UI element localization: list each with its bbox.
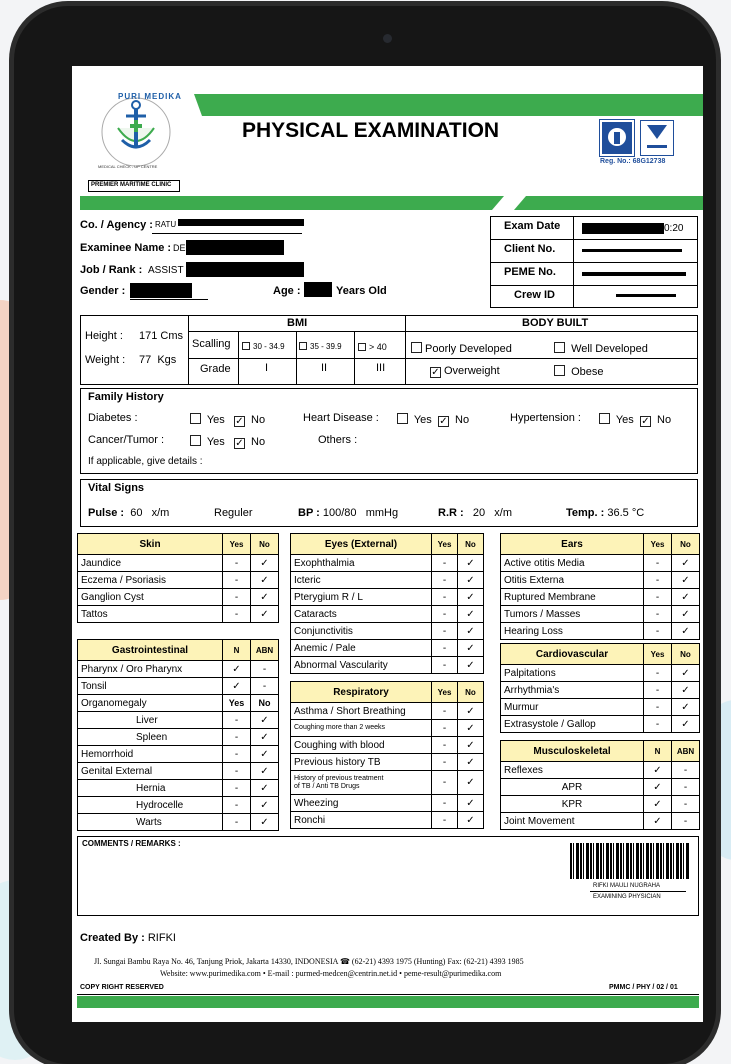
exam-date-value: 0:20 bbox=[664, 223, 684, 234]
diabetes-options[interactable]: Yes ✓ No bbox=[190, 413, 265, 427]
weight-value: 77 Kgs bbox=[139, 354, 177, 366]
option-poorly-developed[interactable]: Poorly Developed bbox=[411, 342, 512, 355]
pulse-rhythm: Reguler bbox=[214, 507, 253, 519]
table-row: Ganglion Cyst - ✓ bbox=[77, 588, 279, 606]
grade-label: Grade bbox=[200, 363, 231, 375]
exam-date-label: Exam Date bbox=[504, 220, 561, 232]
agency-value: RATU bbox=[155, 220, 177, 229]
checkbox[interactable] bbox=[411, 342, 422, 353]
cancer-label: Cancer/Tumor : bbox=[88, 434, 165, 446]
option-well-developed[interactable]: Well Developed bbox=[554, 342, 648, 355]
blood-pressure: BP : 100/80 mmHg bbox=[298, 507, 399, 519]
height-label: Height : bbox=[85, 330, 123, 342]
client-no-label: Client No. bbox=[504, 243, 556, 255]
header-green-bar-lower-right bbox=[514, 196, 703, 210]
checkbox[interactable] bbox=[554, 365, 565, 376]
logo-subtext: MEDICAL CHECK - UP CENTRE bbox=[98, 164, 158, 169]
gastro-table: Gastrointestinal N ABN Pharynx / Oro Phary… bbox=[77, 639, 279, 831]
tablet-screen: PURI MEDIKA MEDICAL CHECK - UP CENTRE PR… bbox=[72, 66, 703, 1022]
grade-1: I bbox=[265, 362, 269, 374]
redaction bbox=[130, 283, 192, 298]
hypertension-label: Hypertension : bbox=[510, 412, 581, 424]
redaction bbox=[582, 272, 686, 276]
skin-table: Skin Yes No Jaundice - ✓ Eczema / Psoriasis -… bbox=[77, 533, 279, 623]
scale-2: 35 - 39.9 bbox=[299, 342, 342, 351]
job-value: ASSIST bbox=[148, 265, 184, 276]
scalling-label: Scalling bbox=[192, 338, 231, 350]
physician-role: EXAMINING PHYSICIAN bbox=[593, 894, 661, 900]
respiratory-rate: R.R : 20 x/m bbox=[438, 507, 512, 519]
examinee-label: Examinee Name : bbox=[80, 242, 172, 254]
redaction bbox=[178, 219, 304, 226]
footer-green-bar bbox=[77, 996, 699, 1008]
examinee-value: DE bbox=[173, 243, 186, 253]
header-green-bar-lower bbox=[80, 196, 504, 210]
certification-badge: Reg. No.: 68G12738 bbox=[599, 119, 680, 168]
camera-dot bbox=[383, 34, 392, 43]
grade-2: II bbox=[321, 362, 328, 374]
agency-label: Co. / Agency : bbox=[80, 219, 153, 231]
barcode bbox=[570, 843, 690, 879]
table-row: Jaundice - ✓ bbox=[77, 554, 279, 572]
created-by: Created By : RIFKI bbox=[80, 932, 176, 944]
physician-name: RIFKI MAULI NUGRAHA bbox=[593, 883, 661, 889]
form-code: PMMC / PHY / 02 / 01 bbox=[609, 984, 678, 991]
musculo-table: Musculoskeletal N ABN Reflexes ✓ - APR ✓ - KPR… bbox=[500, 740, 700, 830]
reg-number: Reg. No.: 68G12738 bbox=[600, 158, 666, 165]
table-row: Eczema / Psoriasis - ✓ bbox=[77, 571, 279, 589]
form-title: PHYSICAL EXAMINATION bbox=[242, 119, 500, 142]
others-label: Others : bbox=[318, 434, 358, 446]
option-obese[interactable]: Obese bbox=[554, 365, 603, 378]
heart-options[interactable]: Yes ✓ No bbox=[397, 413, 469, 427]
vital-signs-box bbox=[80, 479, 698, 527]
copyright: COPY RIGHT RESERVED bbox=[80, 984, 164, 991]
bmi-title: BMI bbox=[287, 317, 308, 329]
hypertension-options[interactable]: Yes ✓ No bbox=[599, 413, 671, 427]
age-label: Age : bbox=[273, 285, 301, 297]
header-green-bar bbox=[194, 94, 703, 116]
ears-table: Ears Yes No Active otitis Media - ✓ Otitis E… bbox=[500, 533, 700, 640]
logo-text: PURI MEDIKA bbox=[118, 92, 182, 101]
scale-1: 30 - 34.9 bbox=[242, 342, 285, 351]
respiratory-table: Respiratory Yes No Asthma / Short Breathin… bbox=[290, 681, 484, 829]
cert-logo-icon bbox=[599, 119, 635, 157]
cancer-options[interactable]: Yes ✓ No bbox=[190, 435, 265, 449]
crew-id-label: Crew ID bbox=[514, 289, 555, 301]
redaction bbox=[582, 249, 682, 252]
height-value: 171 Cms bbox=[139, 330, 184, 342]
gender-label: Gender : bbox=[80, 285, 126, 297]
exam-form: PURI MEDIKA MEDICAL CHECK - UP CENTRE PR… bbox=[72, 66, 703, 1022]
clinic-web: Website: www.purimedika.com • E-mail : p… bbox=[160, 969, 502, 978]
job-label: Job / Rank : bbox=[80, 264, 143, 276]
option-overweight[interactable]: ✓ Overweight bbox=[430, 365, 500, 378]
weight-label: Weight : bbox=[85, 354, 126, 366]
vital-signs-title: Vital Signs bbox=[88, 482, 145, 494]
scale-3: > 40 bbox=[358, 342, 387, 352]
pulse: Pulse : 60 x/m bbox=[88, 507, 170, 519]
body-built-title: BODY BUILT bbox=[522, 317, 589, 329]
checkbox[interactable] bbox=[554, 342, 565, 353]
tablet-frame: PURI MEDIKA MEDICAL CHECK - UP CENTRE PR… bbox=[14, 6, 716, 1064]
age-suffix: Years Old bbox=[336, 285, 387, 297]
ukas-logo-icon bbox=[640, 120, 674, 156]
cardio-table: Cardiovascular Yes No Palpitations - ✓ Arrhy… bbox=[500, 643, 700, 733]
family-history-title: Family History bbox=[88, 391, 164, 403]
redaction bbox=[304, 282, 332, 297]
eyes-table: Eyes (External) Yes No Exophthalmia - ✓ Icte… bbox=[290, 533, 484, 674]
redaction bbox=[186, 240, 284, 255]
redaction bbox=[186, 262, 304, 277]
clinic-address: Jl. Sungai Bambu Raya No. 46, Tanjung Pr… bbox=[94, 957, 524, 966]
peme-no-label: PEME No. bbox=[504, 266, 556, 278]
redaction bbox=[582, 223, 664, 234]
redaction bbox=[616, 294, 676, 297]
details-label: If applicable, give details : bbox=[88, 456, 203, 467]
clinic-name: PREMIER MARITIME CLINIC bbox=[91, 182, 172, 188]
table-row: Tattos - ✓ bbox=[77, 605, 279, 623]
checkbox-checked[interactable]: ✓ bbox=[430, 367, 441, 378]
temperature: Temp. : 36.5 °C bbox=[566, 507, 645, 519]
comments-label: COMMENTS / REMARKS : bbox=[82, 839, 181, 848]
diabetes-label: Diabetes : bbox=[88, 412, 138, 424]
grade-3: III bbox=[376, 362, 386, 374]
heart-label: Heart Disease : bbox=[303, 412, 379, 424]
